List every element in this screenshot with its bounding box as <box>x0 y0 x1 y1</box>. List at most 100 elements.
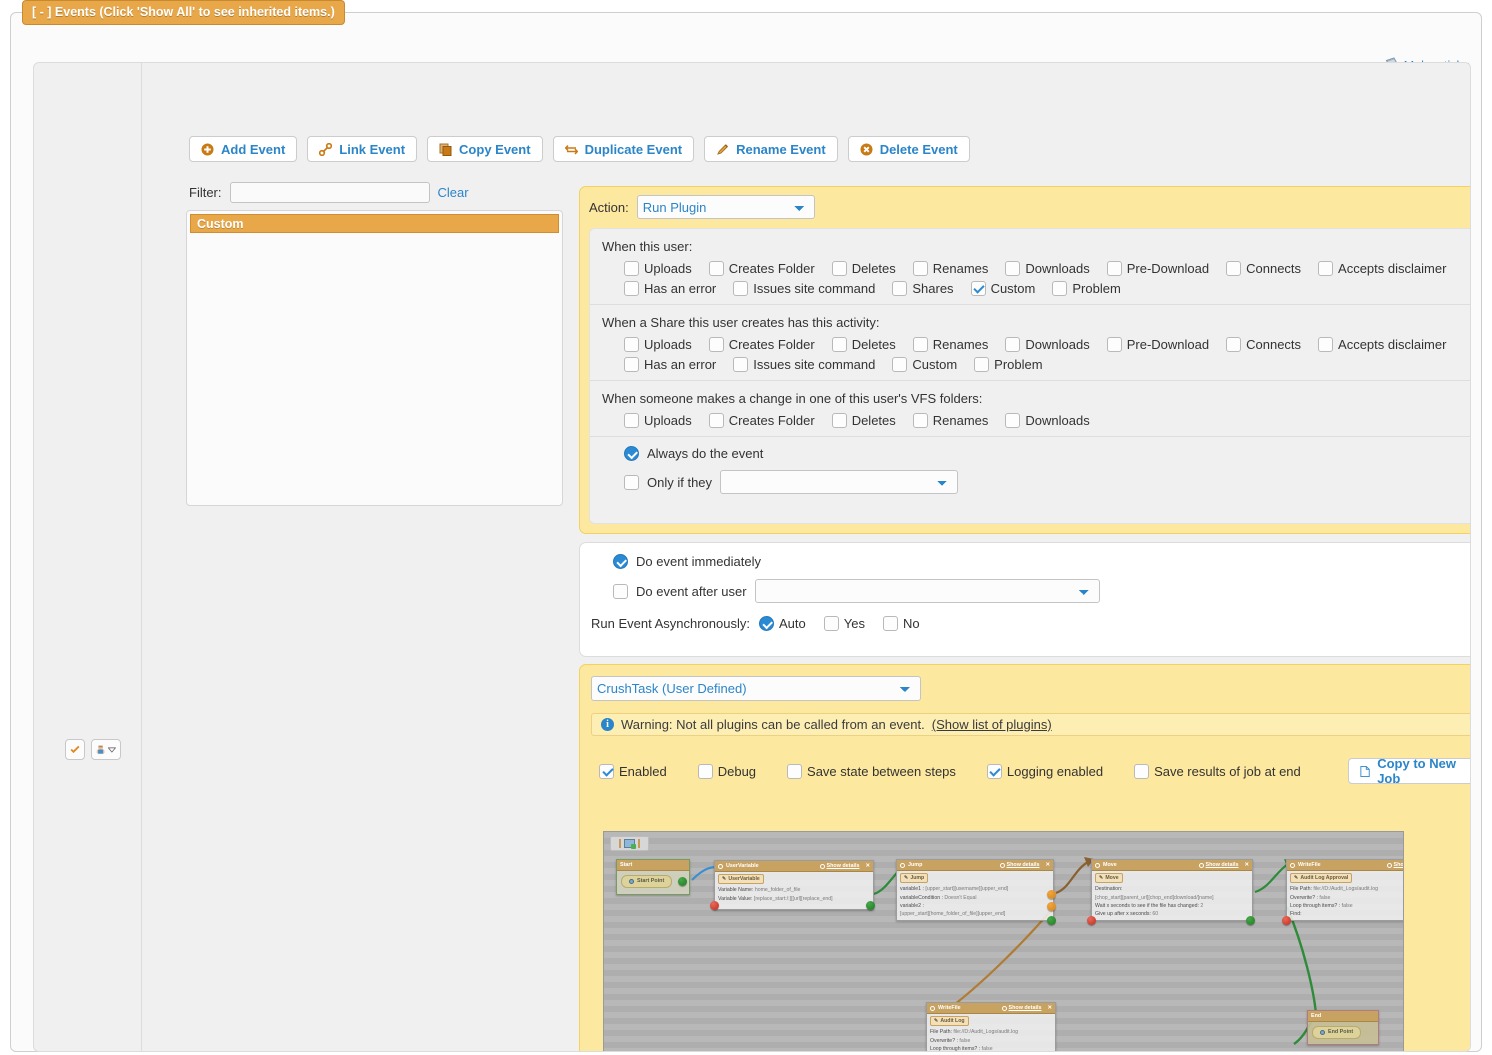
do-event-after-user-label[interactable]: Do event after user <box>636 584 747 599</box>
share-checkbox-custom[interactable]: Custom <box>892 357 957 372</box>
close-icon[interactable]: ✕ <box>865 862 870 870</box>
checkbox-uploads[interactable]: Uploads <box>624 261 692 276</box>
checkbox-box[interactable] <box>708 413 724 428</box>
copy-event-button[interactable]: Copy Event <box>427 136 543 162</box>
share-checkbox-deletes[interactable]: Deletes <box>831 337 896 352</box>
vfs-checkbox-uploads[interactable]: Uploads <box>624 413 692 428</box>
show-details-link[interactable]: Show details <box>999 861 1039 869</box>
vfs-checkbox-creates-folder[interactable]: Creates Folder <box>708 413 815 428</box>
checkbox-box[interactable] <box>974 357 990 372</box>
share-checkbox-issues-site-command[interactable]: Issues site command <box>733 357 875 372</box>
show-details-link[interactable]: Show details <box>1386 861 1403 869</box>
checkbox-box[interactable] <box>831 337 847 352</box>
checkbox-box[interactable] <box>787 763 803 779</box>
checkbox-box[interactable] <box>624 337 639 352</box>
vfs-checkbox-deletes[interactable]: Deletes <box>831 413 896 428</box>
add-event-button[interactable]: Add Event <box>189 136 298 162</box>
checkbox-downloads[interactable]: Downloads <box>1005 261 1090 276</box>
checkbox-creates-folder[interactable]: Creates Folder <box>708 261 815 276</box>
checkbox-box[interactable] <box>831 413 847 428</box>
checkbox-box[interactable] <box>599 763 614 779</box>
share-checkbox-renames[interactable]: Renames <box>912 337 988 352</box>
plugin-select[interactable]: CrushTask (User Defined) <box>591 676 921 701</box>
show-details-link[interactable]: Show details <box>1001 1004 1041 1012</box>
only-if-they-checkbox[interactable] <box>624 474 639 490</box>
checkbox-box[interactable] <box>1005 337 1021 352</box>
workflow-node-writefile-approval[interactable]: WriteFile Show details ✕ ✎ Aud <box>1286 859 1403 921</box>
checkbox-pre-download[interactable]: Pre-Download <box>1106 261 1209 276</box>
checkbox-box[interactable] <box>1106 261 1122 276</box>
checkbox-box[interactable] <box>892 357 908 372</box>
do-event-immediately-label[interactable]: Do event immediately <box>636 554 761 569</box>
checkbox-box[interactable] <box>912 261 928 276</box>
checkbox-accepts-disclaimer[interactable]: Accepts disclaimer <box>1318 261 1446 276</box>
vfs-checkbox-downloads[interactable]: Downloads <box>1005 413 1090 428</box>
share-checkbox-accepts-disclaimer[interactable]: Accepts disclaimer <box>1318 337 1446 352</box>
port-in-move[interactable] <box>1087 916 1096 925</box>
checkbox-shares[interactable]: Shares <box>892 281 954 296</box>
checkbox-box[interactable] <box>912 337 928 352</box>
link-event-button[interactable]: Link Event <box>307 136 418 162</box>
checkbox-custom[interactable]: Custom <box>970 281 1035 296</box>
checkbox-box[interactable] <box>1005 413 1021 428</box>
start-point-pill[interactable]: Start Point <box>621 875 673 888</box>
events-legend-tab[interactable]: [ - ] Events (Click 'Show All' to see in… <box>22 0 345 25</box>
checkbox-box[interactable] <box>624 413 639 428</box>
vfs-checkbox-renames[interactable]: Renames <box>912 413 988 428</box>
checkbox-has-an-error[interactable]: Has an error <box>624 281 716 296</box>
checkbox-box[interactable] <box>1106 337 1122 352</box>
checkbox-box[interactable] <box>1134 763 1150 779</box>
checkbox-box[interactable] <box>970 281 986 296</box>
action-select[interactable]: Run Plugin <box>636 195 815 219</box>
share-checkbox-problem[interactable]: Problem <box>974 357 1043 372</box>
checkbox-box[interactable] <box>892 281 908 296</box>
share-checkbox-downloads[interactable]: Downloads <box>1005 337 1090 352</box>
always-do-event-label[interactable]: Always do the event <box>647 446 763 461</box>
show-list-of-plugins-link[interactable]: (Show list of plugins) <box>932 717 1052 732</box>
checkbox-issues-site-command[interactable]: Issues site command <box>733 281 875 296</box>
checkbox-connects[interactable]: Connects <box>1226 261 1301 276</box>
checkbox-box[interactable] <box>624 281 639 296</box>
workflow-canvas[interactable]: Start Start Point UserVariable Show deta… <box>603 831 1404 1051</box>
port-out-move[interactable] <box>1246 916 1255 925</box>
checkbox-box[interactable] <box>1226 261 1242 276</box>
workflow-node-end[interactable]: End End Point <box>1307 1010 1379 1045</box>
checkbox-renames[interactable]: Renames <box>912 261 988 276</box>
port-in-uservariable[interactable] <box>710 901 719 910</box>
checkbox-box[interactable] <box>1005 261 1021 276</box>
do-event-immediately-checkbox[interactable] <box>613 554 628 569</box>
checkbox-box[interactable] <box>697 763 713 779</box>
delete-event-button[interactable]: Delete Event <box>847 136 970 162</box>
port-in-writefile-approval[interactable] <box>1282 916 1291 925</box>
port-out-uservariable[interactable] <box>866 901 875 910</box>
checkbox-box[interactable] <box>912 413 928 428</box>
checkbox-box[interactable] <box>986 763 1002 779</box>
do-event-after-user-select[interactable] <box>754 579 1100 603</box>
checkbox-box[interactable] <box>831 261 847 276</box>
port-out-jump-false[interactable] <box>1047 902 1056 911</box>
user-menu-button[interactable] <box>91 739 121 760</box>
plugin-checkbox-save-state[interactable]: Save state between steps <box>787 763 956 779</box>
close-icon[interactable]: ✕ <box>1045 861 1050 869</box>
checkbox-box[interactable] <box>1318 261 1334 276</box>
run-async-auto[interactable]: Auto <box>758 616 806 631</box>
checkbox-box[interactable] <box>624 261 639 276</box>
share-checkbox-pre-download[interactable]: Pre-Download <box>1106 337 1209 352</box>
checkbox-box[interactable] <box>882 616 898 631</box>
rename-event-button[interactable]: Rename Event <box>704 136 838 162</box>
checkbox-box[interactable] <box>708 337 724 352</box>
only-if-they-label[interactable]: Only if they <box>647 475 712 490</box>
checkbox-box[interactable] <box>823 616 839 631</box>
plugin-checkbox-logging-enabled[interactable]: Logging enabled <box>986 763 1103 779</box>
share-checkbox-connects[interactable]: Connects <box>1226 337 1301 352</box>
checkbox-box[interactable] <box>733 357 749 372</box>
workflow-node-move[interactable]: Move Show details ✕ ✎ Move Destination: … <box>1091 859 1253 921</box>
clear-filter-link[interactable]: Clear <box>438 185 469 200</box>
checkbox-box[interactable] <box>733 281 749 296</box>
checkbox-box[interactable] <box>1226 337 1242 352</box>
only-if-they-select[interactable] <box>720 470 959 494</box>
show-details-link[interactable]: Show details <box>819 862 859 870</box>
copy-to-new-job-button[interactable]: Copy to New Job <box>1347 756 1470 786</box>
always-do-event-checkbox[interactable] <box>624 446 639 461</box>
orange-check-button[interactable] <box>65 739 85 760</box>
